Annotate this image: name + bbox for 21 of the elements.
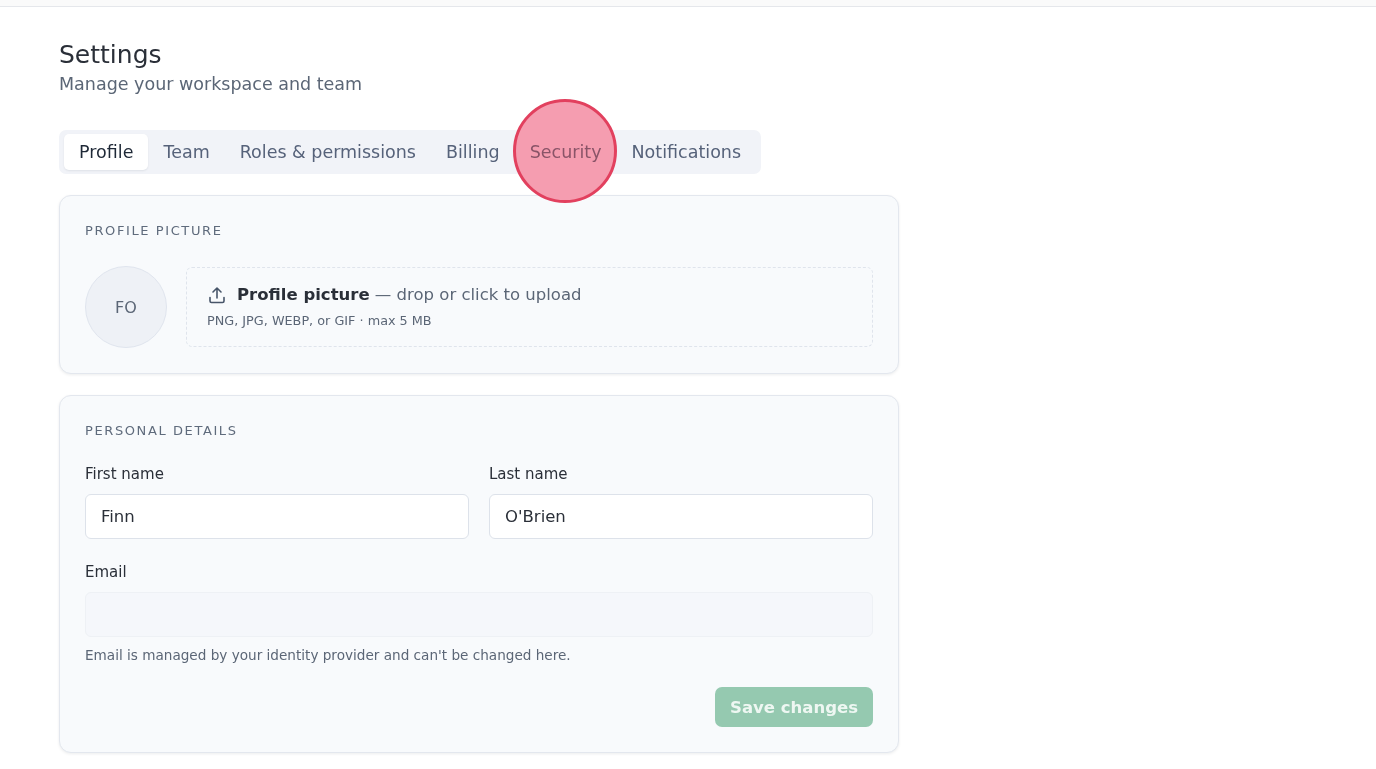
text-field[interactable]: Finn [85, 494, 469, 539]
tab[interactable]: Billing [431, 134, 515, 170]
upload-instruction: Profile picture — drop or click to upload [237, 284, 582, 306]
field-label: Last name [489, 465, 569, 483]
page-title: Settings [59, 39, 163, 70]
tab[interactable]: Security [514, 134, 617, 170]
section-heading: PROFILE PICTURE [85, 222, 224, 240]
field-label: First name [85, 465, 165, 483]
tab[interactable]: Roles & permissions [224, 134, 431, 170]
email-help-text: Email is managed by your identity provider and can't be changed here. [85, 647, 572, 664]
tab[interactable]: Notifications [616, 134, 757, 170]
field-label: Email [85, 563, 128, 581]
page-subtitle: Manage your workspace and team [59, 73, 364, 96]
tab[interactable]: Team [148, 134, 225, 170]
upload-drop-zone[interactable]: Profile picture — drop or click to upload PNG, JPG, WEBP, or GIF · max 5 MB [186, 267, 873, 347]
upload-icon [207, 285, 227, 305]
text-field[interactable]: O'Brien [489, 494, 873, 539]
upload-formats-hint: PNG, JPG, WEBP, or GIF · max 5 MB [207, 313, 433, 329]
section-heading: PERSONAL DETAILS [85, 422, 239, 440]
avatar: FO [85, 266, 167, 348]
tab[interactable]: Profile [64, 134, 149, 170]
